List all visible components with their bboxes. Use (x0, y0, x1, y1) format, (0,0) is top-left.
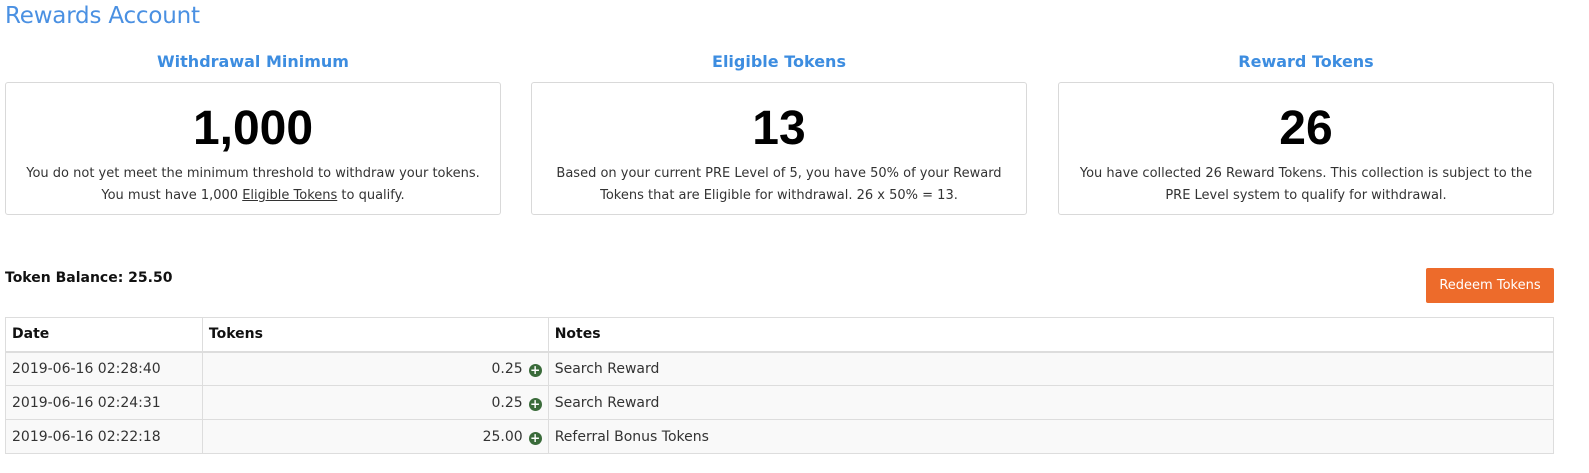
withdrawal-minimum-value: 1,000 (192, 102, 314, 155)
row-date: 2019-06-16 02:24:31 (5, 385, 203, 420)
row-token-amount: 0.25 (491, 360, 523, 377)
row-notes: Search Reward (547, 385, 1555, 420)
eligible-tokens-heading: Eligible Tokens (712, 52, 846, 71)
token-balance: Token Balance: 25.50 (5, 270, 173, 286)
row-token-amount: 0.25 (491, 394, 523, 411)
row-notes: Referral Bonus Tokens (547, 419, 1555, 454)
table-header-row: Date Tokens Notes (5, 317, 1555, 353)
token-history-table: Date Tokens Notes 2019-06-16 02:28:40 0.… (5, 317, 1555, 454)
eligible-tokens-box: 13 Based on your current PRE Level of 5,… (531, 82, 1027, 215)
plus-circle-icon: + (528, 362, 542, 377)
reward-tokens-value: 26 (1279, 102, 1333, 155)
withdrawal-minimum-card: Withdrawal Minimum 1,000 You do not yet … (5, 50, 501, 215)
table-row: 2019-06-16 02:24:31 0.25 + Search Reward (5, 385, 1555, 420)
plus-circle-icon: + (528, 396, 542, 411)
row-token-amount: 25.00 (482, 428, 523, 445)
row-notes: Search Reward (547, 351, 1555, 386)
reward-tokens-box: 26 You have collected 26 Reward Tokens. … (1058, 82, 1554, 215)
table-row: 2019-06-16 02:22:18 25.00 + Referral Bonu… (5, 419, 1555, 454)
plus-circle-icon: + (528, 430, 542, 445)
redeem-tokens-button[interactable]: Redeem Tokens (1426, 268, 1554, 303)
reward-tokens-description: You have collected 26 Reward Tokens. Thi… (1079, 166, 1533, 203)
page-title: Rewards Account (5, 3, 200, 29)
eligible-tokens-card: Eligible Tokens 13 Based on your current… (531, 50, 1027, 215)
row-tokens: 25.00 + (201, 419, 549, 454)
rewards-account-page: Rewards Account Withdrawal Minimum 1,000… (0, 0, 1589, 473)
table-row: 2019-06-16 02:28:40 0.25 + Search Reward (5, 351, 1555, 386)
withdrawal-minimum-heading: Withdrawal Minimum (157, 52, 349, 71)
withdrawal-minimum-description: You do not yet meet the minimum threshol… (16, 163, 490, 207)
reward-tokens-heading: Reward Tokens (1238, 52, 1374, 71)
eligible-tokens-description: Based on your current PRE Level of 5, yo… (556, 166, 1002, 203)
row-tokens: 0.25 + (201, 351, 549, 386)
column-header-date: Date (5, 317, 203, 353)
eligible-tokens-value: 13 (752, 102, 806, 155)
eligible-tokens-link[interactable]: Eligible Tokens (242, 188, 337, 203)
row-tokens: 0.25 + (201, 385, 549, 420)
withdrawal-minimum-box: 1,000 You do not yet meet the minimum th… (5, 82, 501, 215)
withdrawal-minimum-desc-suffix: to qualify. (337, 188, 405, 203)
column-header-tokens: Tokens (201, 317, 549, 353)
column-header-notes: Notes (547, 317, 1555, 353)
row-date: 2019-06-16 02:22:18 (5, 419, 203, 454)
reward-tokens-card: Reward Tokens 26 You have collected 26 R… (1058, 50, 1554, 215)
row-date: 2019-06-16 02:28:40 (5, 351, 203, 386)
